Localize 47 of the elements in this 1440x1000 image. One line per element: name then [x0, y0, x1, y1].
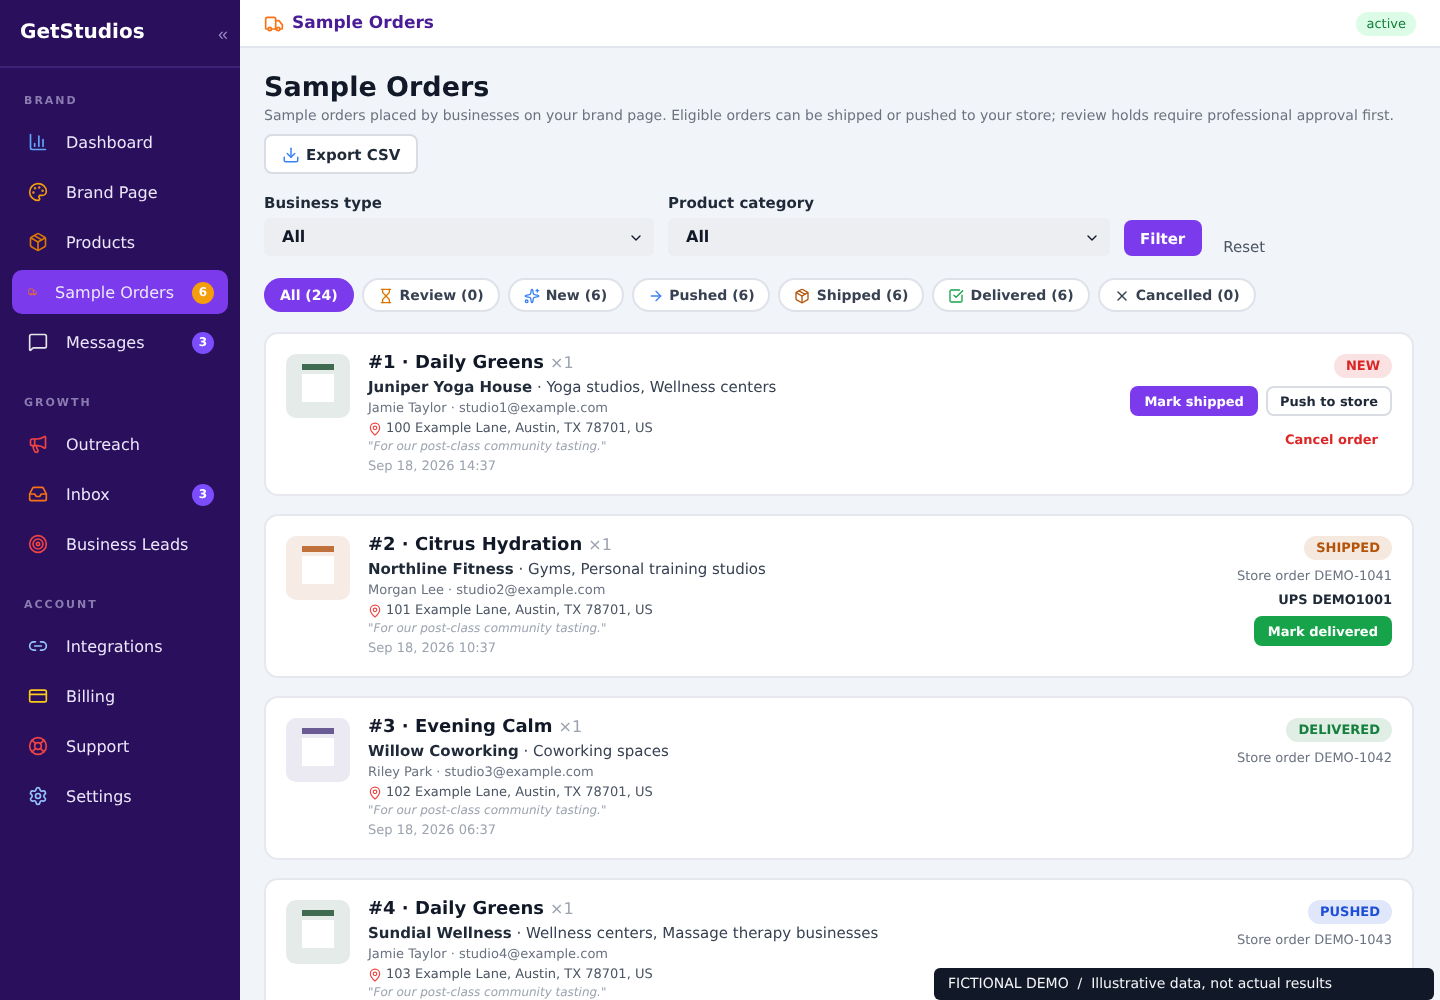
pin-icon [368, 603, 382, 617]
collapse-button[interactable]: « [217, 23, 228, 43]
sidebar-item[interactable]: Brand Page [12, 170, 228, 214]
nav-icon [28, 636, 48, 656]
sidebar-item[interactable]: Settings [12, 774, 228, 818]
tab-icon [1113, 287, 1130, 303]
nav-icon [28, 786, 48, 806]
nav-icon [28, 282, 38, 302]
truck-icon [264, 13, 284, 33]
page-breadcrumb: Sample Orders [264, 13, 434, 33]
quantity: ×1 [588, 536, 612, 554]
download-icon [282, 145, 300, 163]
tab-icon [647, 287, 664, 303]
sidebar-item[interactable]: Billing [12, 674, 228, 718]
nav-icon [28, 332, 48, 352]
quantity: ×1 [550, 354, 574, 372]
nav-icon [28, 182, 48, 202]
tab-icon [794, 287, 811, 303]
pin-icon [368, 421, 382, 435]
nav-icon [28, 736, 48, 756]
nav-icon [28, 232, 48, 252]
tab-icon [377, 287, 394, 303]
order-title: #2 · Citrus Hydration [368, 536, 583, 556]
sidebar-item[interactable]: Support [12, 724, 228, 768]
sidebar-item[interactable]: Outreach [12, 422, 228, 466]
sidebar-item[interactable]: Integrations [12, 624, 228, 668]
order-title: #3 · Evening Calm [368, 718, 553, 738]
sidebar-item[interactable]: Dashboard [12, 120, 228, 164]
tab-icon [523, 287, 540, 303]
pin-icon [368, 967, 382, 981]
nav-icon [28, 534, 48, 554]
brand-name: GetStudios [20, 22, 145, 44]
pin-icon [368, 785, 382, 799]
order-title: #1 · Daily Greens [368, 354, 545, 374]
nav-icon [28, 686, 48, 706]
sidebar-item[interactable]: Business Leads [12, 522, 228, 566]
nav-icon [28, 484, 48, 504]
quantity: ×1 [550, 900, 574, 918]
quantity: ×1 [558, 718, 583, 736]
sidebar-item[interactable]: Products [12, 220, 228, 264]
order-title: #4 · Daily Greens [368, 900, 545, 920]
nav-icon [28, 132, 48, 152]
nav-icon [28, 434, 48, 454]
filter-select[interactable]: All [668, 218, 1110, 256]
page-title: Sample Orders [264, 72, 492, 104]
tab-icon [948, 287, 965, 303]
filter-select[interactable]: All [264, 218, 654, 256]
